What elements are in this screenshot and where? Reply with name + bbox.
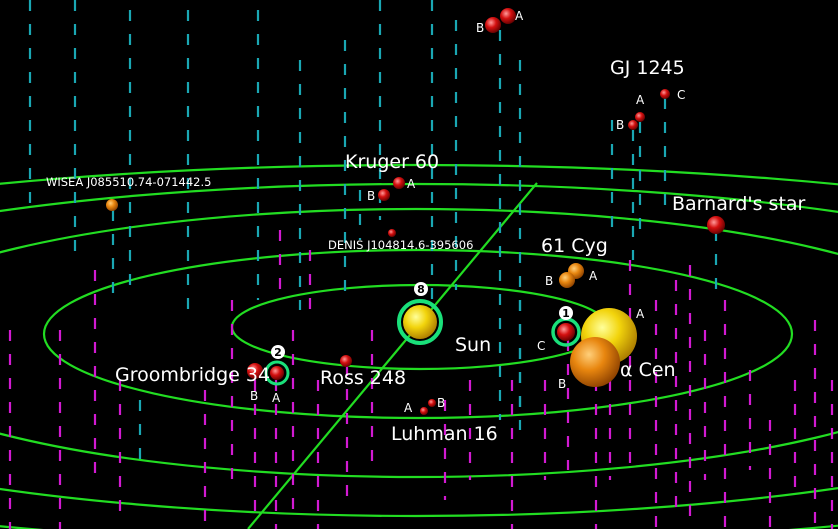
gj1245-label: GJ 1245	[610, 57, 685, 79]
kruger60-a-sphere	[393, 177, 405, 189]
alpha-cen-label: α Cen	[620, 359, 676, 381]
wisea-star[interactable]: WISEA J085510.74-071442.5	[46, 175, 211, 211]
cyg61-b-sphere	[559, 272, 575, 288]
luhman16-a-sphere	[420, 407, 428, 415]
star-stems	[8, 0, 834, 529]
ring-far	[0, 182, 838, 518]
gj1245-system[interactable]: C A B GJ 1245	[610, 57, 685, 132]
barnards-star[interactable]: Barnard's star	[672, 193, 806, 234]
gj1245-b-sphere	[628, 120, 638, 130]
denis-sphere	[388, 229, 396, 237]
ross248-star[interactable]: Ross 248	[320, 355, 406, 389]
kruger60-b-label: B	[367, 189, 375, 203]
top-binary-a-label: A	[515, 9, 524, 23]
alpha-cen-c-sphere	[557, 323, 575, 341]
ross248-sphere	[340, 355, 352, 367]
star-map-canvas: 8 Sun 1 A B C α Cen Barnard's star A B 6…	[0, 0, 838, 529]
sun-sphere	[403, 305, 437, 339]
denis-label: DENIS J104814.6-395606	[328, 238, 473, 252]
barnards-star-sphere	[707, 216, 725, 234]
alpha-cen-c-label: C	[537, 339, 545, 353]
wisea-label: WISEA J085510.74-071442.5	[46, 175, 211, 189]
alpha-cen-a-label: A	[636, 307, 645, 321]
barnards-star-label: Barnard's star	[672, 193, 806, 215]
groombridge34-b-label: B	[250, 389, 258, 403]
top-binary-b-label: B	[476, 21, 484, 35]
cyg61-b-label: B	[545, 274, 553, 288]
groombridge34-count: 2	[274, 346, 282, 359]
cyg61-system[interactable]: A B 61 Cyg	[541, 235, 608, 288]
groombridge34-a-sphere	[270, 366, 284, 380]
sun-label: Sun	[455, 334, 491, 356]
gj1245-b-label: B	[616, 118, 624, 132]
alpha-cen-b-sphere	[570, 337, 620, 387]
star-map: 8 Sun 1 A B C α Cen Barnard's star A B 6…	[0, 0, 838, 529]
cyg61-label: 61 Cyg	[541, 235, 608, 257]
top-binary-a-sphere	[500, 8, 516, 24]
groombridge34-a-label: A	[272, 391, 281, 405]
kruger60-a-label: A	[407, 177, 416, 191]
gj1245-c-sphere	[660, 89, 670, 99]
luhman16-label: Luhman 16	[391, 423, 498, 445]
kruger60-label: Kruger 60	[345, 151, 439, 173]
ross248-label: Ross 248	[320, 367, 406, 389]
alpha-cen-b-label: B	[558, 377, 566, 391]
groombridge34-label: Groombridge 34	[115, 364, 270, 386]
wisea-sphere	[106, 199, 118, 211]
luhman16-b-label: B	[437, 396, 445, 410]
kruger60-b-sphere	[378, 189, 390, 201]
gj1245-a-label: A	[636, 93, 645, 107]
denis-star[interactable]: DENIS J104814.6-395606	[328, 229, 473, 252]
top-binary-b-sphere	[485, 17, 501, 33]
luhman16-a-label: A	[404, 401, 413, 415]
alpha-cen-count: 1	[562, 307, 570, 320]
alpha-cen-system[interactable]: 1 A B C α Cen	[537, 306, 676, 391]
cyg61-a-label: A	[589, 269, 598, 283]
groombridge34-system[interactable]: 2 A B Groombridge 34	[115, 345, 290, 405]
luhman16-b-sphere	[428, 399, 436, 407]
luhman16-system[interactable]: A B Luhman 16	[391, 396, 498, 445]
gj1245-c-label: C	[677, 88, 685, 102]
sun-count: 8	[417, 283, 425, 296]
gj1245-a-sphere	[635, 112, 645, 122]
